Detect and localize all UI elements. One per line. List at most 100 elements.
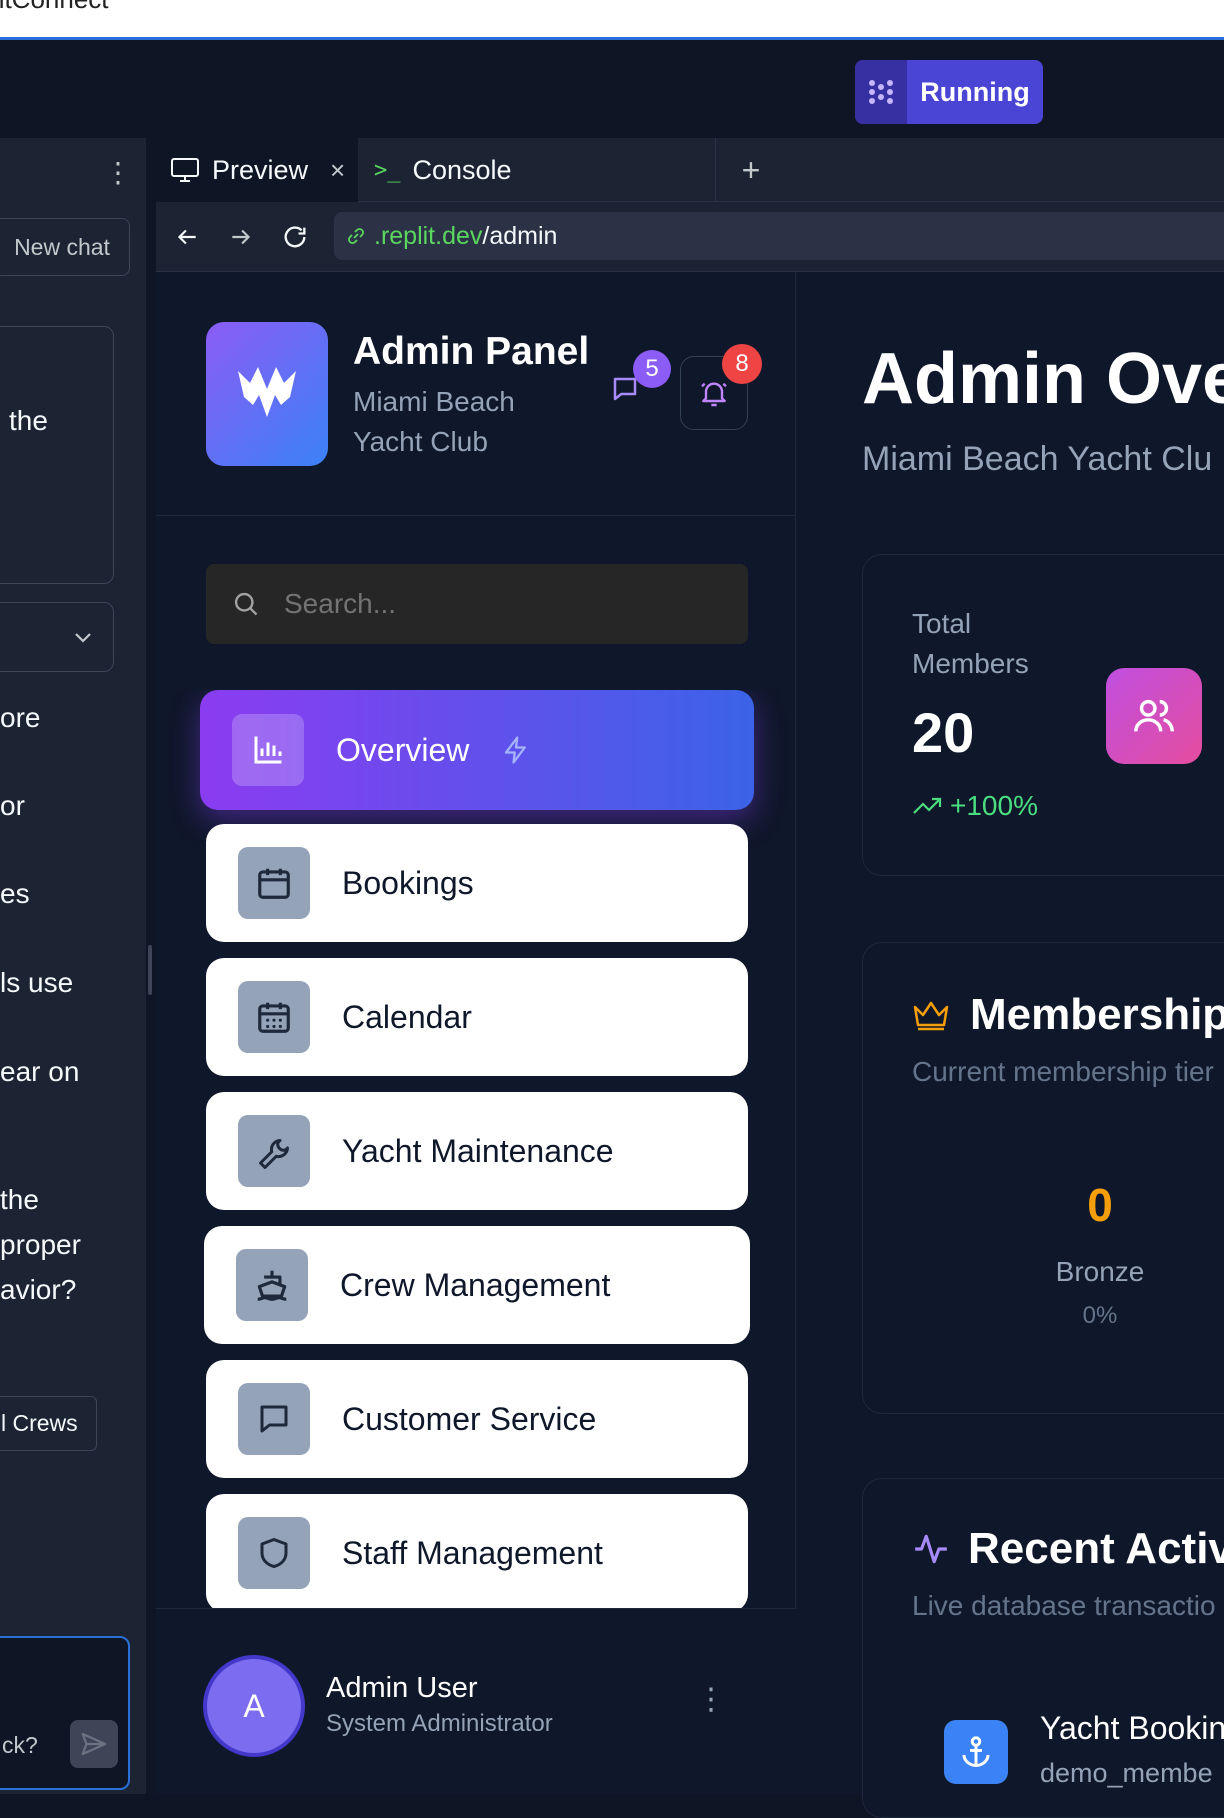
- back-button[interactable]: [172, 222, 202, 252]
- url-field[interactable]: .replit.dev/admin: [334, 212, 1224, 260]
- close-icon[interactable]: ×: [330, 155, 345, 186]
- arrow-right-icon: [232, 229, 251, 245]
- stat-value: 20: [912, 701, 975, 764]
- chat-dropdown[interactable]: [0, 602, 114, 672]
- nav-item-label: Calendar: [342, 998, 472, 1035]
- app-subtitle-line: Yacht Club: [353, 426, 488, 457]
- tier-name: Bronze: [1055, 1256, 1145, 1287]
- send-icon: [81, 1732, 107, 1756]
- nav-item-label: Staff Management: [342, 1534, 603, 1571]
- stat-label-line: Members: [912, 648, 1029, 679]
- logo-icon: [238, 367, 296, 417]
- crews-chip-button[interactable]: l Crews: [0, 1396, 97, 1451]
- stat-trend-value: +100%: [950, 790, 1038, 821]
- pane-resize-handle[interactable]: [148, 945, 152, 995]
- sidebar-search[interactable]: [206, 564, 748, 644]
- chat-text-line: ear on: [0, 1056, 80, 1087]
- tier-count: 0: [1087, 1179, 1113, 1231]
- url-bar: .replit.dev/admin: [156, 202, 1224, 272]
- chat-text-line: ls use: [0, 967, 74, 998]
- reload-button[interactable]: [280, 222, 310, 252]
- monitor-icon: [171, 158, 199, 182]
- crown-icon: [913, 1001, 949, 1031]
- nav-item-label: Overview: [336, 731, 470, 768]
- trending-up-icon: [913, 797, 942, 814]
- calendar-grid-icon: [238, 981, 310, 1053]
- chat-text-line: avior?: [0, 1274, 77, 1305]
- membership-heading: Membership: [912, 990, 1224, 1040]
- user-menu-icon[interactable]: ⋮: [696, 1682, 726, 1717]
- calendar-icon: [238, 847, 310, 919]
- activity-subtitle: Live database transactio: [912, 1590, 1216, 1621]
- url-domain: .replit.dev: [374, 221, 483, 250]
- app-subtitle: Miami Beach Yacht Club: [353, 382, 553, 462]
- stat-label: Total Members: [912, 604, 1072, 684]
- run-logo-icon: [855, 60, 907, 124]
- nav-item-bookings[interactable]: Bookings: [206, 824, 748, 942]
- window-title-partial: ntConnect: [0, 0, 109, 15]
- kebab-menu-icon[interactable]: ⋮: [104, 156, 132, 189]
- user-name: Admin User: [326, 1672, 478, 1704]
- activity-item-user: demo_membe: [1040, 1758, 1213, 1788]
- chat-text-line: ore: [0, 702, 41, 733]
- sidebar-nav: Overview Bookings Calendar Yacht Mainten…: [156, 690, 796, 1608]
- search-icon: [234, 592, 258, 616]
- nav-item-calendar[interactable]: Calendar: [206, 958, 748, 1076]
- notifications-count-badge: 8: [722, 344, 762, 384]
- tab-console-label: Console: [412, 154, 512, 185]
- search-input[interactable]: [284, 588, 704, 620]
- browser-top-strip: ntConnect: [0, 0, 1224, 40]
- activity-item-title: Yacht Bookin: [1040, 1710, 1224, 1746]
- message-square-icon: [238, 1383, 310, 1455]
- forward-button[interactable]: [226, 222, 256, 252]
- tab-console[interactable]: >_ Console: [360, 138, 716, 202]
- anchor-icon: [944, 1720, 1008, 1784]
- add-tab-button[interactable]: +: [726, 138, 776, 202]
- club-logo: [206, 322, 328, 466]
- messages-count-badge: 5: [633, 350, 671, 388]
- nav-item-customer-service[interactable]: Customer Service: [206, 1360, 748, 1478]
- app-subtitle-line: Miami Beach: [353, 386, 515, 417]
- run-status-label: Running: [920, 76, 1030, 107]
- refresh-icon: [284, 226, 306, 248]
- chat-text-line: or: [0, 790, 25, 821]
- terminal-icon: >_: [374, 157, 401, 183]
- shield-icon: [238, 1517, 310, 1589]
- link-icon: [348, 228, 364, 244]
- activity-heading: Recent Activ: [912, 1524, 1224, 1574]
- nav-item-yacht-maintenance[interactable]: Yacht Maintenance: [206, 1092, 748, 1210]
- nav-item-label: Crew Management: [340, 1266, 611, 1303]
- nav-item-crew-management[interactable]: Crew Management: [204, 1226, 750, 1344]
- membership-title: Membership: [970, 990, 1224, 1039]
- url-path: /admin: [482, 221, 558, 250]
- tab-preview[interactable]: Preview ×: [156, 138, 358, 202]
- chat-input-box[interactable]: ck?: [0, 1636, 130, 1790]
- stat-trend: +100%: [912, 790, 1038, 822]
- send-button[interactable]: [70, 1720, 118, 1768]
- page-subtitle: Miami Beach Yacht Clu: [862, 440, 1213, 478]
- chat-text-line: the: [0, 1184, 39, 1215]
- chat-text-line: es: [0, 878, 30, 909]
- chat-message-text: the: [9, 405, 48, 436]
- nav-item-label: Bookings: [342, 864, 474, 901]
- tab-bar: Preview × >_ Console +: [156, 138, 1224, 202]
- avatar[interactable]: A: [203, 1655, 305, 1757]
- nav-item-staff-management[interactable]: Staff Management: [206, 1494, 748, 1608]
- run-status-button[interactable]: Running: [855, 60, 1043, 124]
- arrow-left-icon: [177, 229, 196, 245]
- tier-percent: 0%: [1082, 1302, 1118, 1329]
- new-chat-button[interactable]: New chat: [0, 218, 130, 276]
- page-title: Admin Ove: [862, 339, 1224, 419]
- users-icon: [1106, 668, 1202, 764]
- nav-item-label: Yacht Maintenance: [342, 1132, 614, 1169]
- activity-icon: [915, 1534, 947, 1564]
- chat-input-placeholder: ck?: [2, 1732, 38, 1758]
- chat-text-line: proper: [0, 1229, 81, 1260]
- tab-preview-label: Preview: [212, 154, 309, 185]
- zap-icon: [505, 736, 527, 764]
- user-role: System Administrator: [326, 1710, 553, 1737]
- nav-item-label: Customer Service: [342, 1400, 597, 1437]
- nav-item-overview[interactable]: Overview: [200, 690, 754, 810]
- ship-icon: [236, 1249, 308, 1321]
- bar-chart-icon: [232, 714, 304, 786]
